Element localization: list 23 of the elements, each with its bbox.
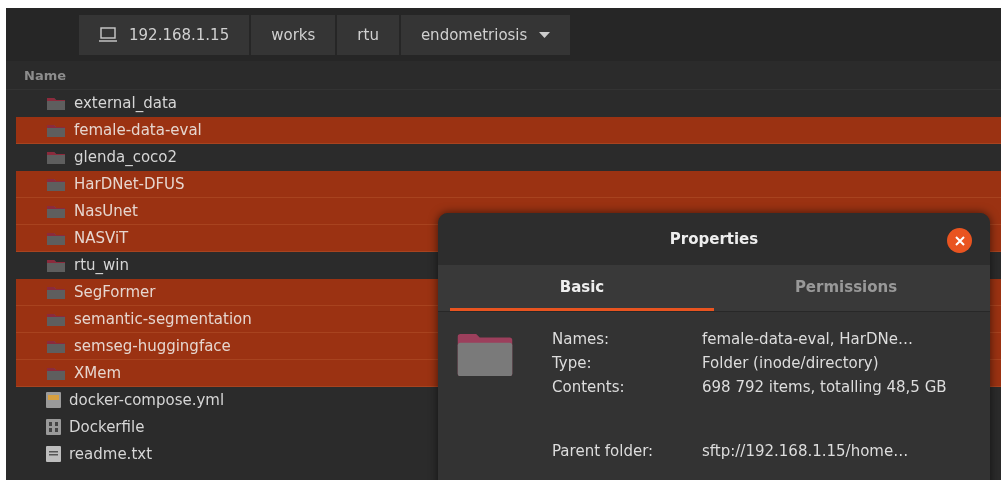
dialog-title: Properties — [669, 230, 759, 248]
file-name: NASViT — [74, 229, 129, 247]
file-name: NasUnet — [74, 202, 138, 220]
file-name: readme.txt — [69, 445, 153, 463]
property-value: female-data-eval, HarDNe… — [702, 330, 914, 348]
file-name: semantic-segmentation — [74, 310, 252, 328]
property-value: 698 792 items, totalling 48,5 GB — [702, 378, 948, 396]
property-label: Parent folder: — [552, 442, 655, 460]
file-name: rtu_win — [74, 256, 129, 274]
file-name: HarDNet-DFUS — [74, 175, 185, 193]
file-name: female-data-eval — [74, 121, 202, 139]
file-name: Dockerfile — [69, 418, 145, 436]
property-label: Type: — [552, 354, 593, 372]
property-value: sftp://192.168.1.15/home… — [702, 442, 910, 460]
file-name: glenda_coco2 — [74, 148, 178, 166]
file-name: XMem — [74, 364, 122, 382]
property-value: Folder (inode/directory) — [702, 354, 880, 372]
file-name: docker-compose.yml — [69, 391, 225, 409]
file-name: semseg-huggingface — [74, 337, 231, 355]
file-name: external_data — [74, 94, 177, 112]
property-label: Names: — [552, 330, 611, 348]
file-name: SegFormer — [74, 283, 156, 301]
property-label: Contents: — [552, 378, 626, 396]
